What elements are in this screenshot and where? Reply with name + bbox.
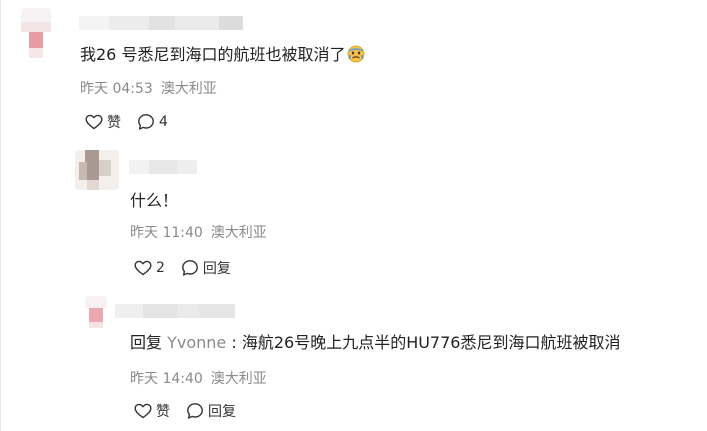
comment-time: 昨天 04:53 (80, 81, 153, 97)
comment-meta: 昨天 04:53 澳大利亚 (80, 80, 217, 98)
comment-time: 昨天 11:40 (130, 225, 203, 241)
like-count: 2 (156, 260, 165, 276)
comment-actions: 赞 回复 (134, 401, 236, 421)
comment-meta: 昨天 11:40 澳大利亚 (130, 224, 267, 242)
heart-icon (134, 260, 152, 276)
like-button[interactable]: 2 (134, 260, 165, 276)
reply-target-username[interactable]: Yvonne (167, 333, 226, 352)
comment-location: 澳大利亚 (210, 371, 267, 387)
reply-prefix: 回复 (130, 333, 163, 352)
speech-bubble-icon (137, 113, 155, 131)
reply-button[interactable]: 回复 (186, 401, 236, 421)
like-button[interactable]: 赞 (85, 112, 121, 132)
comment-actions: 赞 4 (85, 112, 168, 132)
heart-icon (85, 114, 103, 130)
reply-button[interactable]: 回复 (181, 258, 231, 278)
heart-icon (134, 403, 152, 419)
speech-bubble-icon (181, 259, 199, 277)
reply-label: 回复 (202, 261, 231, 277)
avatar[interactable] (85, 296, 107, 328)
username-blurred[interactable] (79, 16, 243, 30)
like-label: 赞 (156, 404, 170, 420)
crying-face-emoji-icon (347, 45, 365, 63)
reply-separator: : (226, 333, 242, 352)
username-blurred[interactable] (129, 160, 197, 174)
comment-thread: 我26 号悉尼到海口的航班也被取消了 昨天 04:53 澳大利亚 赞 4 什么！… (0, 0, 707, 431)
comment-text: 我26 号悉尼到海口的航班也被取消了 (80, 44, 365, 66)
reply-button[interactable]: 4 (137, 113, 168, 131)
comment-text: 回复 Yvonne : 海航26号晚上九点半的HU776悉尼到海口航班被取消 (130, 332, 620, 354)
comment-time: 昨天 14:40 (130, 371, 203, 387)
reply-count: 4 (159, 114, 168, 130)
comment-actions: 2 回复 (134, 258, 231, 278)
avatar[interactable] (21, 8, 51, 58)
avatar[interactable] (75, 150, 119, 190)
reply-label: 回复 (208, 404, 236, 420)
like-label: 赞 (107, 115, 121, 131)
reply-body: 海航26号晚上九点半的HU776悉尼到海口航班被取消 (241, 333, 621, 352)
comment-text: 什么！ (130, 191, 179, 210)
comment-location: 澳大利亚 (210, 225, 267, 241)
comment-location: 澳大利亚 (160, 81, 217, 97)
comment-meta: 昨天 14:40 澳大利亚 (130, 370, 267, 388)
speech-bubble-icon (186, 402, 204, 420)
like-button[interactable]: 赞 (134, 401, 170, 421)
username-blurred[interactable] (115, 304, 235, 318)
